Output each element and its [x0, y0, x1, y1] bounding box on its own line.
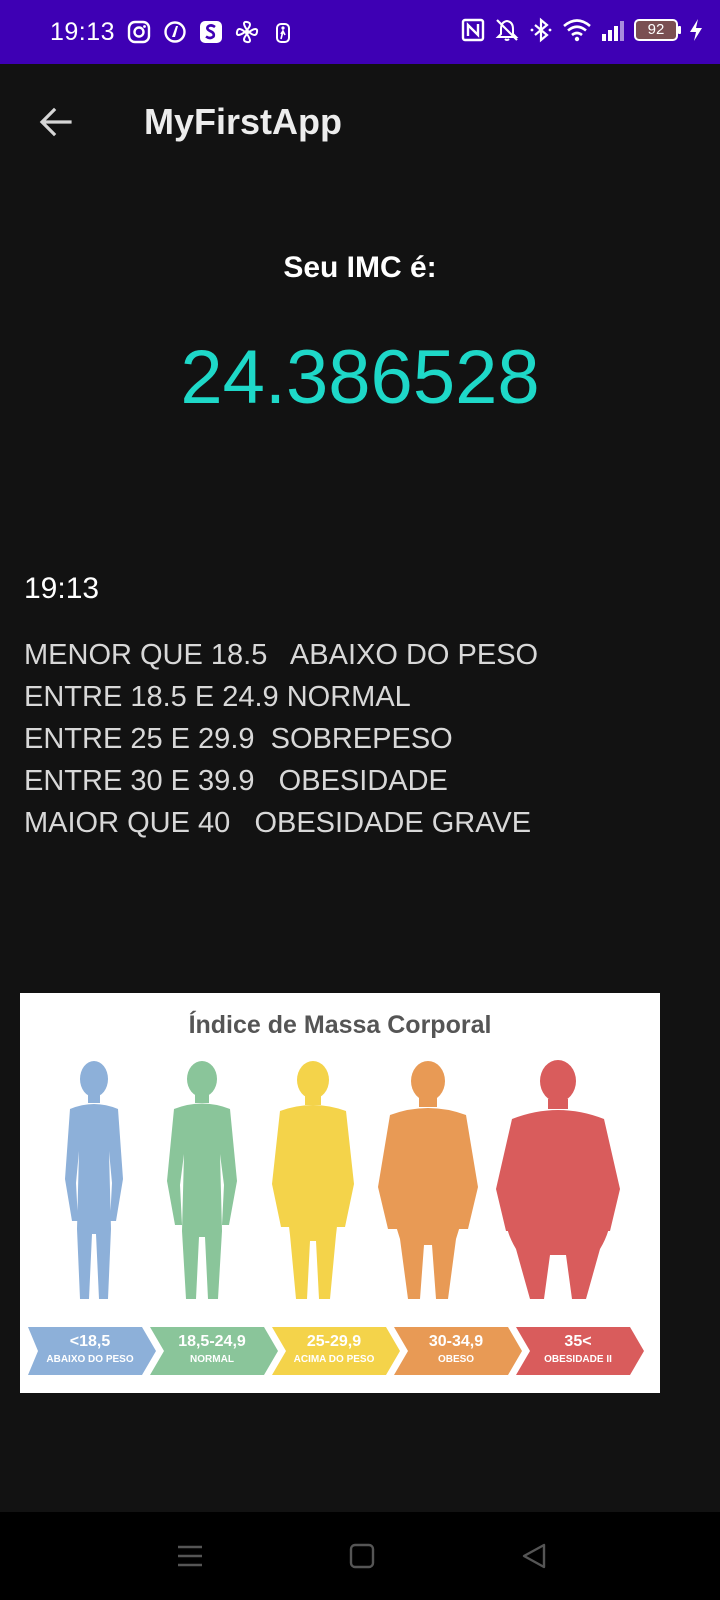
recent-apps-button[interactable] [170, 1536, 210, 1576]
imc-value: 24.386528 [180, 335, 540, 420]
arrow-left-icon [39, 107, 72, 137]
battery-level: 92 [647, 21, 665, 38]
wifi-icon [563, 19, 591, 42]
infographic-title: Índice de Massa Corporal [188, 1011, 492, 1039]
category-arrow-underweight: <18,5 ABAIXO DO PESO [28, 1327, 156, 1375]
figure-severe-obesity [496, 1060, 620, 1299]
figure-obese [378, 1061, 478, 1299]
bmi-infographic-image: Índice de Massa Corporal <18,5 ABAIXO DO… [20, 993, 660, 1393]
navigation-bar [0, 1512, 720, 1600]
range-item: ENTRE 30 E 39.9 OBESIDADE [24, 765, 448, 797]
home-button[interactable] [342, 1536, 382, 1576]
figure-normal [167, 1061, 237, 1299]
category-label: OBESO [437, 1354, 475, 1365]
s-app-icon [200, 21, 222, 43]
status-bar: 19:13 92 [0, 0, 720, 64]
back-button[interactable] [28, 94, 84, 150]
nav-back-button[interactable] [514, 1536, 554, 1576]
category-range: 35< [564, 1333, 592, 1350]
category-arrow-obese: 30-34,9 OBESO [394, 1327, 522, 1375]
battery-icon: 92 [634, 19, 681, 41]
app-bar: MyFirstApp [0, 64, 720, 180]
screen: 19:13 92 MyFirstApp Seu IMC é: 24.386528… [0, 0, 720, 1600]
nfc-icon [461, 18, 485, 42]
bmi-category-arrows: <18,5 ABAIXO DO PESO 18,5-24,9 NORMAL 25… [28, 1327, 652, 1375]
category-range: <18,5 [69, 1333, 111, 1350]
back-triangle-icon [522, 1543, 546, 1569]
range-item: ENTRE 18.5 E 24.9 NORMAL [24, 681, 411, 713]
bmi-ranges-list: MENOR QUE 18.5 ABAIXO DO PESO ENTRE 18.5… [24, 634, 538, 844]
signal-icon [602, 21, 624, 41]
category-arrow-severe-obesity: 35< OBESIDADE II [516, 1327, 644, 1375]
instagram-icon [127, 20, 151, 44]
imc-label: Seu IMC é: [283, 251, 437, 284]
runner-icon [276, 23, 290, 43]
mute-icon [495, 19, 519, 41]
range-item: MAIOR QUE 40 OBESIDADE GRAVE [24, 807, 532, 839]
menu-icon [178, 1545, 202, 1567]
charging-icon [690, 19, 702, 41]
category-label: ABAIXO DO PESO [46, 1354, 134, 1365]
body-figures [65, 1060, 620, 1299]
category-label: NORMAL [190, 1354, 234, 1365]
range-item: MENOR QUE 18.5 ABAIXO DO PESO [24, 639, 539, 671]
app-title: MyFirstApp [144, 101, 342, 142]
home-icon [349, 1543, 375, 1569]
clock-text: 19:13 [24, 572, 100, 605]
category-range: 30-34,9 [428, 1333, 484, 1350]
bluetooth-icon [530, 17, 552, 43]
app-icon [164, 21, 186, 43]
category-label: OBESIDADE II [544, 1354, 612, 1365]
category-range: 18,5-24,9 [178, 1333, 246, 1350]
category-label: ACIMA DO PESO [293, 1354, 375, 1365]
status-time: 19:13 [50, 18, 116, 46]
category-range: 25-29,9 [306, 1333, 362, 1350]
figure-overweight [272, 1061, 354, 1299]
figure-underweight [65, 1061, 123, 1299]
category-arrow-normal: 18,5-24,9 NORMAL [150, 1327, 278, 1375]
range-item: ENTRE 25 E 29.9 SOBREPESO [24, 723, 453, 755]
system-icons: 92 [460, 16, 706, 44]
fan-icon [235, 20, 259, 44]
category-arrow-overweight: 25-29,9 ACIMA DO PESO [272, 1327, 400, 1375]
notification-icons [126, 18, 296, 46]
